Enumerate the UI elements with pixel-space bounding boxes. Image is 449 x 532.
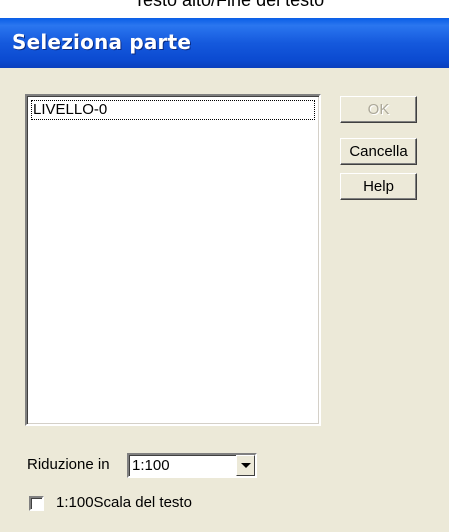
background-window-strip: Testo alto/Fine del testo	[0, 0, 449, 18]
list-item[interactable]: LIVELLO-0	[31, 100, 315, 120]
ok-button[interactable]: OK	[340, 96, 417, 123]
reduction-value: 1:100	[132, 457, 170, 474]
title-bar[interactable]: Seleziona parte	[0, 18, 449, 68]
cancel-button[interactable]: Cancella	[340, 138, 417, 165]
help-button[interactable]: Help	[340, 173, 417, 200]
dropdown-button[interactable]	[236, 455, 255, 476]
chevron-down-icon	[241, 463, 251, 468]
part-listbox[interactable]: LIVELLO-0	[25, 94, 321, 426]
text-scale-label[interactable]: 1:100Scala del testo	[56, 494, 192, 511]
dialog-title: Seleziona parte	[12, 30, 192, 54]
text-scale-checkbox[interactable]	[29, 496, 44, 511]
dialog-window: Testo alto/Fine del testo Seleziona part…	[0, 0, 449, 532]
background-text: Testo alto/Fine del testo	[134, 0, 325, 10]
reduction-combobox[interactable]: 1:100	[127, 453, 257, 478]
reduction-label: Riduzione in	[27, 456, 110, 473]
